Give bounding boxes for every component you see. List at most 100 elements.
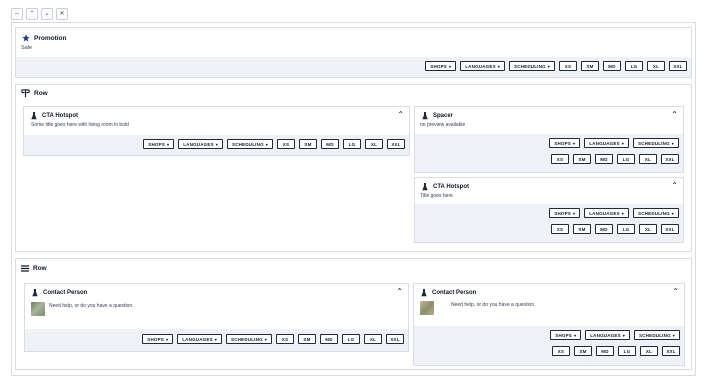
languages-dropdown[interactable]: LANGUAGES ▾ bbox=[584, 208, 630, 218]
breakpoint-sm-button[interactable]: SM bbox=[573, 154, 591, 164]
promotion-subtitle: Sale bbox=[21, 45, 33, 51]
columns-icon bbox=[21, 89, 30, 98]
languages-dropdown[interactable]: LANGUAGES ▾ bbox=[460, 61, 506, 71]
scheduling-dropdown[interactable]: SCHEDULING ▾ bbox=[509, 61, 555, 71]
caret-down-icon: ▾ bbox=[573, 140, 576, 146]
breakpoint-sm-button[interactable]: SM bbox=[581, 61, 599, 71]
card-description: Some title goes here with living room in… bbox=[31, 122, 129, 128]
flask-icon bbox=[421, 289, 427, 297]
breakpoint-xl-button[interactable]: XL bbox=[647, 61, 665, 71]
close-button[interactable]: ✕ bbox=[56, 8, 68, 20]
collapse-chevron-icon[interactable]: ⌃ bbox=[671, 181, 678, 190]
collapse-chevron-icon[interactable]: ⌃ bbox=[397, 110, 404, 119]
breakpoint-md-button[interactable]: MD bbox=[595, 154, 613, 164]
card-controls: SHOPS ▾ LANGUAGES ▾ SCHEDULING ▾ XS SM MD L… bbox=[142, 334, 404, 344]
breakpoint-lg-button[interactable]: LG bbox=[625, 61, 643, 71]
breakpoint-lg-button[interactable]: LG bbox=[617, 224, 635, 234]
breakpoint-sm-button[interactable]: SM bbox=[573, 224, 591, 234]
scheduling-dropdown[interactable]: SCHEDULING ▾ bbox=[633, 138, 679, 148]
collapse-chevron-icon[interactable]: ⌃ bbox=[672, 287, 679, 296]
breakpoint-xxl-button[interactable]: XXL bbox=[661, 154, 679, 164]
cta-hotspot-card-1[interactable]: CTA Hotspot ⌃ Some title goes here with … bbox=[23, 106, 410, 156]
shops-dropdown[interactable]: SHOPS ▾ bbox=[550, 330, 582, 340]
card-header: Contact Person bbox=[421, 289, 476, 297]
breakpoint-xxl-button[interactable]: XXL bbox=[662, 346, 680, 356]
breakpoint-xs-button[interactable]: XS bbox=[559, 61, 577, 71]
row-block-1[interactable]: Row CTA Hotspot ⌃ Some title goes here w… bbox=[15, 84, 692, 252]
card-dropdowns: SHOPS ▾ LANGUAGES ▾ SCHEDULING ▾ bbox=[549, 138, 679, 148]
breakpoint-xs-button[interactable]: XS bbox=[276, 334, 294, 344]
shops-dropdown[interactable]: SHOPS ▾ bbox=[142, 334, 174, 344]
promotion-block[interactable]: Promotion Sale SHOPS ▾ LANGUAGES ▾ SCHEDUL… bbox=[15, 27, 692, 78]
card-footer: SHOPS ▾ LANGUAGES ▾ SCHEDULING ▾ XS SM MD L… bbox=[415, 134, 683, 172]
collapse-chevron-icon[interactable]: ⌃ bbox=[671, 110, 678, 119]
breakpoint-md-button[interactable]: MD bbox=[321, 139, 339, 149]
move-up-button[interactable]: ⌃ bbox=[26, 8, 38, 20]
star-icon bbox=[22, 34, 30, 42]
breakpoint-xs-button[interactable]: XS bbox=[277, 139, 295, 149]
contact-thumbnail-image bbox=[31, 302, 45, 316]
breakpoint-xxl-button[interactable]: XXL bbox=[386, 334, 404, 344]
breakpoint-xl-button[interactable]: XL bbox=[639, 154, 657, 164]
breakpoint-xxl-button[interactable]: XXL bbox=[669, 61, 687, 71]
move-down-button[interactable]: ⌄ bbox=[41, 8, 53, 20]
breakpoint-lg-button[interactable]: LG bbox=[617, 154, 635, 164]
contact-person-card-1[interactable]: Contact Person ⌃ Need help, or do you ha… bbox=[24, 283, 409, 352]
rows-icon bbox=[21, 265, 29, 272]
breakpoint-xxl-button[interactable]: XXL bbox=[387, 139, 405, 149]
breakpoint-md-button[interactable]: MD bbox=[595, 224, 613, 234]
card-header: CTA Hotspot bbox=[422, 183, 469, 191]
languages-dropdown[interactable]: LANGUAGES ▾ bbox=[178, 139, 224, 149]
cta-hotspot-card-2[interactable]: CTA Hotspot ⌃ Title goes here SHOPS ▾ LAN… bbox=[414, 177, 684, 243]
shops-dropdown[interactable]: SHOPS ▾ bbox=[143, 139, 175, 149]
card-title: CTA Hotspot bbox=[42, 113, 78, 119]
breakpoint-xl-button[interactable]: XL bbox=[640, 346, 658, 356]
card-title: Spacer bbox=[433, 113, 454, 119]
flask-icon bbox=[31, 112, 37, 120]
breakpoint-md-button[interactable]: MD bbox=[320, 334, 338, 344]
caret-down-icon: ▾ bbox=[547, 63, 550, 69]
breakpoint-sm-button[interactable]: SM bbox=[574, 346, 592, 356]
scheduling-dropdown[interactable]: SCHEDULING ▾ bbox=[227, 139, 273, 149]
spacer-card[interactable]: Spacer ⌃ no preview available SHOPS ▾ LAN… bbox=[414, 106, 684, 173]
breakpoint-md-button[interactable]: MD bbox=[596, 346, 614, 356]
breakpoint-xl-button[interactable]: XL bbox=[639, 224, 657, 234]
breakpoint-md-button[interactable]: MD bbox=[603, 61, 621, 71]
breakpoint-xs-button[interactable]: XS bbox=[552, 346, 570, 356]
breakpoint-sm-button[interactable]: SM bbox=[298, 334, 316, 344]
promotion-controls: SHOPS ▾ LANGUAGES ▾ SCHEDULING ▾ XS SM MD L… bbox=[425, 61, 687, 71]
breakpoint-xxl-button[interactable]: XXL bbox=[661, 224, 679, 234]
breakpoint-xs-button[interactable]: XS bbox=[551, 154, 569, 164]
row2-title: Row bbox=[33, 265, 47, 272]
scheduling-dropdown[interactable]: SCHEDULING ▾ bbox=[634, 330, 680, 340]
caret-down-icon: ▾ bbox=[497, 63, 501, 69]
shops-dropdown[interactable]: SHOPS ▾ bbox=[549, 208, 581, 218]
caret-down-icon: ▾ bbox=[166, 336, 169, 342]
languages-dropdown[interactable]: LANGUAGES ▾ bbox=[177, 334, 223, 344]
row-block-2[interactable]: Row Contact Person ⌃ Need help, or do yo… bbox=[15, 258, 692, 370]
breakpoint-lg-button[interactable]: LG bbox=[342, 334, 360, 344]
promotion-title: Promotion bbox=[34, 34, 67, 42]
card-footer: SHOPS ▾ LANGUAGES ▾ SCHEDULING ▾ XS SM MD L… bbox=[24, 135, 409, 155]
breakpoint-xs-button[interactable]: XS bbox=[551, 224, 569, 234]
shops-dropdown[interactable]: SHOPS ▾ bbox=[549, 138, 581, 148]
breakpoint-xl-button[interactable]: XL bbox=[365, 139, 383, 149]
card-description: Need help, or do you have a question. bbox=[49, 303, 134, 309]
caret-down-icon: ▾ bbox=[214, 336, 218, 342]
contact-person-card-2[interactable]: Contact Person ⌃ Need help, or do you ha… bbox=[413, 283, 685, 366]
scheduling-dropdown[interactable]: SCHEDULING ▾ bbox=[226, 334, 272, 344]
breakpoint-lg-button[interactable]: LG bbox=[618, 346, 636, 356]
collapse-chevron-icon[interactable]: ⌃ bbox=[396, 287, 403, 296]
chevron-down-icon: ⌄ bbox=[44, 11, 50, 17]
breakpoint-xl-button[interactable]: XL bbox=[364, 334, 382, 344]
breakpoint-sm-button[interactable]: SM bbox=[299, 139, 317, 149]
languages-dropdown[interactable]: LANGUAGES ▾ bbox=[584, 138, 630, 148]
breakpoint-lg-button[interactable]: LG bbox=[343, 139, 361, 149]
row1-title: Row bbox=[34, 90, 48, 97]
scheduling-dropdown[interactable]: SCHEDULING ▾ bbox=[633, 208, 679, 218]
languages-dropdown[interactable]: LANGUAGES ▾ bbox=[585, 330, 631, 340]
card-description: Title goes here bbox=[420, 193, 453, 199]
shops-dropdown[interactable]: SHOPS ▾ bbox=[425, 61, 457, 71]
flask-icon bbox=[422, 183, 428, 191]
expand-horizontal-button[interactable]: ⇔ bbox=[11, 8, 23, 20]
